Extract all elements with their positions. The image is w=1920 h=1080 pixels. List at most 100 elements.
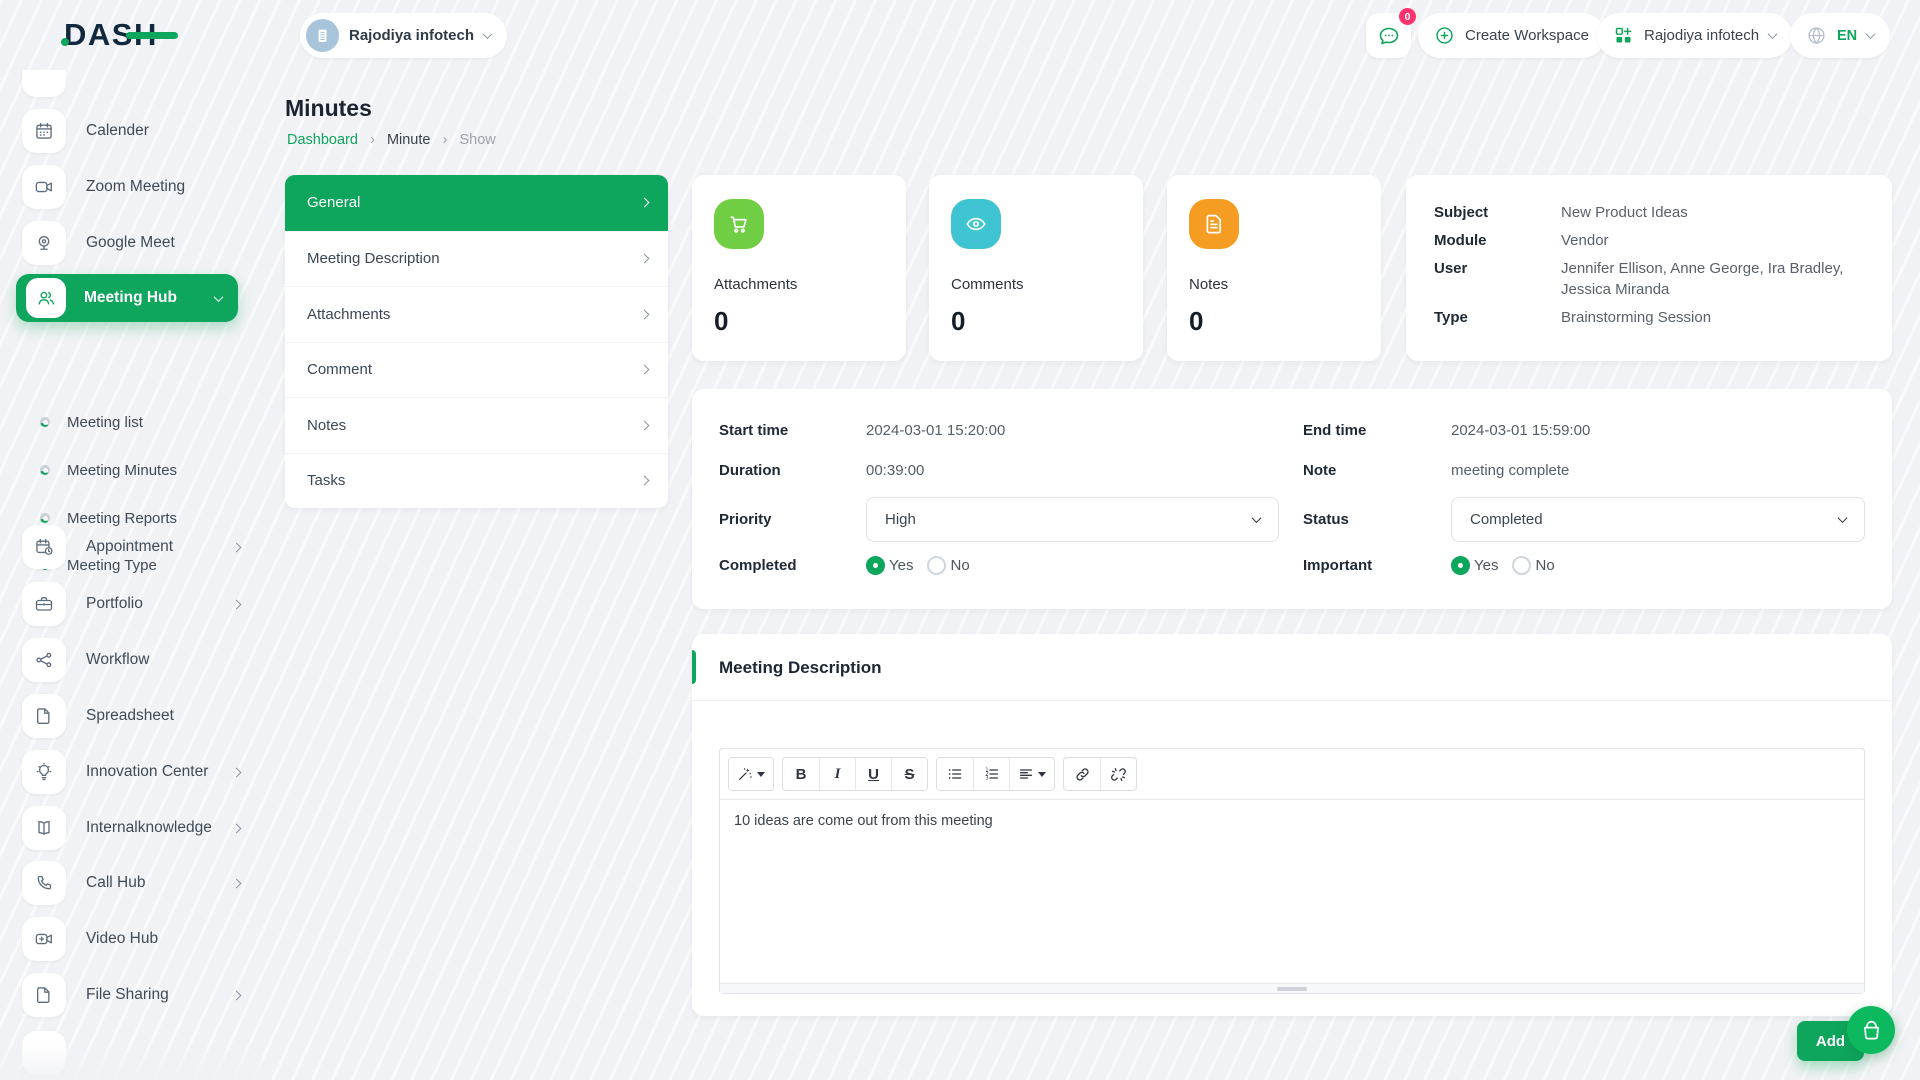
phone-icon xyxy=(22,861,66,905)
sidebar-subitem-meeting-list[interactable]: Meeting list xyxy=(40,410,143,434)
start-time-value: 2024-03-01 15:20:00 xyxy=(866,422,1005,439)
editor-content[interactable]: 10 ideas are come out from this meeting xyxy=(720,800,1864,960)
sidebar-item-file-sharing[interactable]: File Sharing xyxy=(22,973,254,1017)
sidebar-item-video-hub[interactable]: Video Hub xyxy=(22,917,254,961)
important-yes-radio[interactable] xyxy=(1451,556,1470,575)
user-value: Jennifer Ellison, Anne George, Ira Bradl… xyxy=(1561,258,1864,300)
subject-value: New Product Ideas xyxy=(1561,202,1688,223)
ordered-list-button[interactable]: 1 2 3 xyxy=(973,758,1009,790)
workspace-grid-icon xyxy=(1613,25,1634,46)
unlink-icon xyxy=(1110,766,1127,783)
breadcrumb-separator: › xyxy=(370,131,375,148)
plus-circle-icon xyxy=(1434,25,1455,46)
resize-grip-icon xyxy=(1277,987,1307,991)
sidebar-item-innovation-center[interactable]: Innovation Center xyxy=(22,750,254,794)
important-label: Important xyxy=(1303,557,1451,574)
sidebar-item-meeting-hub[interactable]: Meeting Hub xyxy=(16,274,238,322)
magic-style-button[interactable] xyxy=(729,758,773,790)
caret-down-icon xyxy=(1038,772,1046,777)
tab-comment[interactable]: Comment xyxy=(285,342,668,398)
create-workspace-label: Create Workspace xyxy=(1465,27,1589,44)
unordered-list-button[interactable] xyxy=(937,758,973,790)
unlink-button[interactable] xyxy=(1100,758,1136,790)
language-selector[interactable]: EN xyxy=(1790,13,1890,58)
status-select[interactable]: Completed xyxy=(1451,497,1865,542)
logo-dot-accent xyxy=(61,38,69,46)
sidebar-item-partial-bottom[interactable] xyxy=(22,1031,66,1075)
link-icon xyxy=(1074,766,1091,783)
shopping-bag-icon xyxy=(1860,1019,1883,1042)
important-radio-group: Yes No xyxy=(1451,556,1565,575)
rich-text-editor: B I U S 1 2 3 xyxy=(719,748,1865,994)
floating-cart-button[interactable] xyxy=(1847,1006,1895,1054)
chevron-down-icon xyxy=(1866,29,1876,39)
chevron-right-icon xyxy=(232,599,242,609)
svg-text:3: 3 xyxy=(985,776,988,782)
chat-icon xyxy=(1377,24,1401,48)
messages-badge: 0 xyxy=(1399,8,1416,25)
bold-button[interactable]: B xyxy=(783,758,819,790)
sidebar-subitem-meeting-minutes[interactable]: Meeting Minutes xyxy=(40,458,177,482)
underline-button[interactable]: U xyxy=(855,758,891,790)
meeting-info-card: Subject New Product Ideas Module Vendor … xyxy=(1406,175,1892,361)
book-icon xyxy=(22,806,66,850)
cart-icon xyxy=(714,199,764,249)
tab-tasks[interactable]: Tasks xyxy=(285,453,668,509)
status-selected-value: Completed xyxy=(1470,511,1543,528)
type-value: Brainstorming Session xyxy=(1561,307,1711,328)
completed-no-radio[interactable] xyxy=(927,556,946,575)
style-button-group xyxy=(728,757,774,791)
eye-icon xyxy=(951,199,1001,249)
tab-general[interactable]: General xyxy=(285,175,668,231)
app-logo[interactable]: DASH xyxy=(64,17,158,53)
sidebar-item-zoom-meeting[interactable]: Zoom Meeting xyxy=(22,165,254,209)
tab-notes[interactable]: Notes xyxy=(285,397,668,453)
chevron-down-icon xyxy=(1252,513,1262,523)
sidebar-item-appointment[interactable]: Appointment xyxy=(22,525,254,569)
topbar: DASH Rajodiya infotech 0 Create Workspac… xyxy=(0,0,1920,70)
sidebar-item-partial-top[interactable] xyxy=(22,70,66,97)
sidebar-item-call-hub[interactable]: Call Hub xyxy=(22,861,254,905)
chevron-right-icon xyxy=(640,420,650,430)
paragraph-align-button[interactable] xyxy=(1009,758,1054,790)
company-switcher[interactable]: Rajodiya infotech xyxy=(1597,13,1792,58)
italic-button[interactable]: I xyxy=(819,758,855,790)
completed-yes-radio[interactable] xyxy=(866,556,885,575)
chevron-right-icon xyxy=(232,823,242,833)
chevron-right-icon xyxy=(232,878,242,888)
breadcrumb-dashboard-link[interactable]: Dashboard xyxy=(287,132,358,148)
sidebar-item-google-meet[interactable]: Google Meet xyxy=(22,221,254,265)
workspace-avatar xyxy=(306,19,339,52)
module-value: Vendor xyxy=(1561,230,1609,251)
create-workspace-button[interactable]: Create Workspace xyxy=(1418,13,1605,58)
chevron-down-icon xyxy=(1768,29,1778,39)
important-yes-label: Yes xyxy=(1474,557,1498,574)
priority-select[interactable]: High xyxy=(866,497,1279,542)
page-title: Minutes xyxy=(285,95,372,122)
sidebar-item-spreadsheet[interactable]: Spreadsheet xyxy=(22,694,254,738)
insert-link-button[interactable] xyxy=(1064,758,1100,790)
sidebar-item-workflow[interactable]: Workflow xyxy=(22,638,254,682)
tab-meeting-description[interactable]: Meeting Description xyxy=(285,231,668,287)
bullet-icon xyxy=(40,513,50,523)
breadcrumb-minute: Minute xyxy=(387,132,431,148)
tab-attachments[interactable]: Attachments xyxy=(285,286,668,342)
important-no-radio[interactable] xyxy=(1512,556,1531,575)
strikethrough-button[interactable]: S xyxy=(891,758,927,790)
subject-label: Subject xyxy=(1434,202,1561,223)
sidebar-item-internalknowledge[interactable]: Internalknowledge xyxy=(22,806,254,850)
sidebar-item-calender[interactable]: Calender xyxy=(22,109,254,153)
chevron-right-icon xyxy=(640,198,650,208)
editor-resize-bar[interactable] xyxy=(720,983,1864,993)
status-label: Status xyxy=(1303,511,1451,528)
completed-label: Completed xyxy=(719,557,866,574)
sidebar: Calender Zoom Meeting Google Meet Meetin… xyxy=(0,70,262,1080)
stat-card-comments: Comments 0 xyxy=(929,175,1143,361)
messages-button[interactable]: 0 xyxy=(1366,13,1411,58)
sidebar-item-portfolio[interactable]: Portfolio xyxy=(22,582,254,626)
note-label: Note xyxy=(1303,462,1451,479)
workspace-selector[interactable]: Rajodiya infotech xyxy=(300,13,507,58)
users-icon xyxy=(26,278,66,318)
video-camera-icon xyxy=(22,165,66,209)
file-icon xyxy=(22,694,66,738)
